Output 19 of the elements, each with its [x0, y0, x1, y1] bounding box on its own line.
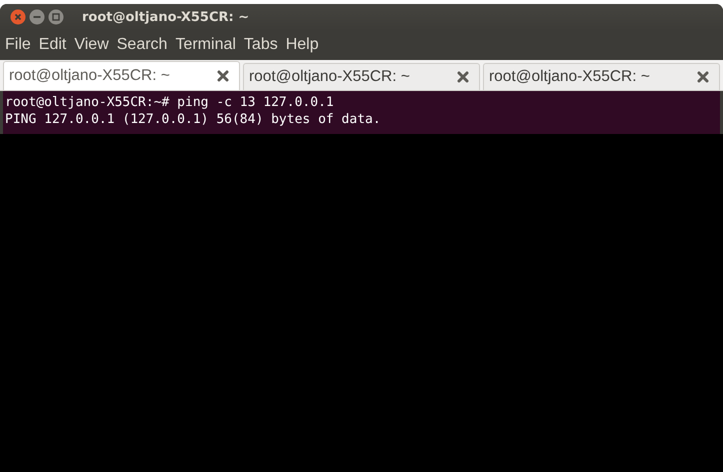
maximize-icon[interactable] [48, 9, 64, 25]
close-icon[interactable] [10, 9, 26, 25]
menu-item[interactable]: View [74, 36, 109, 54]
tab[interactable]: root@oltjano-X55CR: ~ [483, 63, 720, 90]
menu-item[interactable]: Edit [38, 36, 66, 54]
menu-item[interactable]: Tabs [244, 36, 278, 54]
menu-item[interactable]: Terminal [175, 36, 236, 54]
close-icon[interactable] [217, 70, 229, 82]
menu-item[interactable]: Search [116, 36, 168, 54]
menu-item[interactable]: File [5, 36, 31, 54]
tab[interactable]: root@oltjano-X55CR: ~ [243, 63, 480, 90]
terminal-line: root@oltjano-X55CR:~# ping -c 13 127.0.0.1 [5, 94, 335, 111]
terminal-line: PING 127.0.0.1 (127.0.0.1) 56(84) bytes of data. [5, 111, 382, 128]
menu-item[interactable]: Help [286, 36, 319, 54]
close-icon[interactable] [457, 71, 469, 83]
close-icon[interactable] [697, 71, 709, 83]
tab[interactable]: root@oltjano-X55CR: ~ [3, 61, 240, 90]
minimize-icon[interactable] [29, 9, 45, 25]
window-title: root@oltjano-X55CR: ~ [82, 10, 250, 24]
